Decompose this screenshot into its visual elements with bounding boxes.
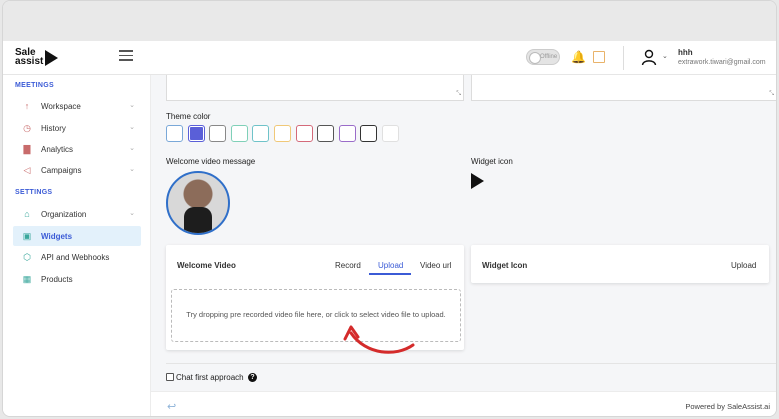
presenter-figure xyxy=(184,207,212,233)
theme-color-swatch[interactable] xyxy=(317,125,335,142)
office-icon[interactable] xyxy=(593,51,605,63)
sidebar-section-meetings: MEETINGS xyxy=(15,82,54,89)
dropzone-text: Try dropping pre recorded video file her… xyxy=(186,310,446,319)
sidebar-item-label: History xyxy=(41,124,66,133)
theme-color-swatch[interactable] xyxy=(338,125,356,142)
app-window: Sale assist Offline 🔔 ⌄ hhh extrawork.ti… xyxy=(2,0,777,417)
sidebar-item-label: Widgets xyxy=(41,232,73,241)
text-area-right[interactable]: ⤡ xyxy=(471,75,776,101)
tab-upload[interactable]: Upload xyxy=(378,261,403,270)
chevron-down-icon: ⌄ xyxy=(129,166,135,173)
api-icon: ⬡ xyxy=(23,252,31,262)
sidebar: MEETINGS ↑ Workspace ⌄ ◷ History ⌄ ▇ Ana… xyxy=(3,75,151,416)
back-arrow-icon[interactable]: ↩ xyxy=(167,400,176,413)
rocket-icon: ↑ xyxy=(24,101,30,111)
theme-color-swatch[interactable] xyxy=(274,125,291,142)
powered-by-text: Powered by SaleAssist.ai xyxy=(685,402,770,411)
chat-first-checkbox[interactable] xyxy=(166,373,174,381)
hamburger-menu-icon[interactable] xyxy=(119,50,133,64)
window-chrome xyxy=(3,1,776,41)
sidebar-item-label: Products xyxy=(41,275,73,284)
section-divider xyxy=(166,363,776,364)
sidebar-item-api-webhooks[interactable]: ⬡ API and Webhooks xyxy=(13,247,141,267)
sidebar-item-label: Workspace xyxy=(41,102,81,111)
user-avatar-icon[interactable] xyxy=(641,49,657,65)
annotation-arrow-icon xyxy=(343,325,415,354)
widget-icon-upload-button[interactable]: Upload xyxy=(731,261,756,270)
clock-icon: ◷ xyxy=(23,123,31,133)
theme-color-swatch[interactable] xyxy=(295,125,313,142)
megaphone-icon: ◁ xyxy=(23,165,31,175)
logo-text-line2: assist xyxy=(15,56,44,67)
welcome-video-thumbnail[interactable] xyxy=(166,171,230,235)
theme-color-swatch[interactable] xyxy=(187,125,205,142)
sidebar-item-workspace[interactable]: ↑ Workspace ⌄ xyxy=(13,96,141,116)
notification-bell-icon[interactable]: 🔔 xyxy=(571,50,586,64)
sidebar-item-label: Analytics xyxy=(41,145,74,154)
sidebar-section-settings: SETTINGS xyxy=(15,189,53,196)
chevron-down-icon: ⌄ xyxy=(129,145,135,152)
welcome-video-card-title: Welcome Video xyxy=(177,261,236,270)
sidebar-item-products[interactable]: ▦ Products xyxy=(13,269,141,289)
active-tab-indicator xyxy=(369,273,411,275)
logo-mark-icon xyxy=(45,50,58,66)
chevron-down-icon: ⌄ xyxy=(129,124,135,131)
theme-color-swatch[interactable] xyxy=(209,125,227,142)
tab-record[interactable]: Record xyxy=(335,261,361,270)
widget-icon-card-title: Widget Icon xyxy=(482,261,528,270)
theme-color-swatch[interactable] xyxy=(230,125,248,142)
welcome-video-message-label: Welcome video message xyxy=(166,157,256,166)
sidebar-item-label: API and Webhooks xyxy=(41,253,110,262)
chevron-down-icon: ⌄ xyxy=(129,102,135,109)
chart-icon: ▇ xyxy=(23,144,31,154)
widget-icon: ▣ xyxy=(22,231,32,241)
theme-color-swatch[interactable] xyxy=(252,125,270,142)
sidebar-item-history[interactable]: ◷ History ⌄ xyxy=(13,118,141,138)
tab-video-url[interactable]: Video url xyxy=(420,261,451,270)
theme-color-swatch[interactable] xyxy=(360,125,378,142)
footer: ↩ Powered by SaleAssist.ai xyxy=(151,391,776,416)
main-content: ⤡ ⤡ Theme color Welcome video message Wi… xyxy=(151,75,776,391)
user-email: extrawork.tiwari@gmail.com xyxy=(678,59,766,66)
header-divider xyxy=(623,46,624,70)
user-name: hhh xyxy=(678,48,693,57)
online-status-toggle[interactable]: Offline xyxy=(526,49,560,65)
sidebar-item-widgets[interactable]: ▣ Widgets xyxy=(13,226,141,246)
widget-icon-label: Widget icon xyxy=(471,157,513,166)
chat-first-label: Chat first approach xyxy=(176,373,244,382)
chevron-down-icon: ⌄ xyxy=(129,210,135,217)
sidebar-item-campaigns[interactable]: ◁ Campaigns ⌄ xyxy=(13,160,141,180)
building-icon: ⌂ xyxy=(24,209,30,219)
text-area-left[interactable]: ⤡ xyxy=(166,75,464,101)
help-icon[interactable]: ? xyxy=(248,373,257,382)
theme-color-label: Theme color xyxy=(166,112,211,121)
theme-color-swatch[interactable] xyxy=(166,125,183,142)
user-menu-chevron-icon[interactable]: ⌄ xyxy=(662,52,668,60)
sidebar-item-organization[interactable]: ⌂ Organization ⌄ xyxy=(13,204,141,224)
sidebar-item-analytics[interactable]: ▇ Analytics ⌄ xyxy=(13,139,141,159)
sidebar-item-label: Organization xyxy=(41,210,87,219)
products-icon: ▦ xyxy=(22,274,32,284)
logo[interactable]: Sale assist xyxy=(15,48,44,67)
sidebar-item-label: Campaigns xyxy=(41,166,82,175)
theme-color-swatch[interactable] xyxy=(382,125,399,142)
widget-logo-icon[interactable] xyxy=(471,173,484,189)
